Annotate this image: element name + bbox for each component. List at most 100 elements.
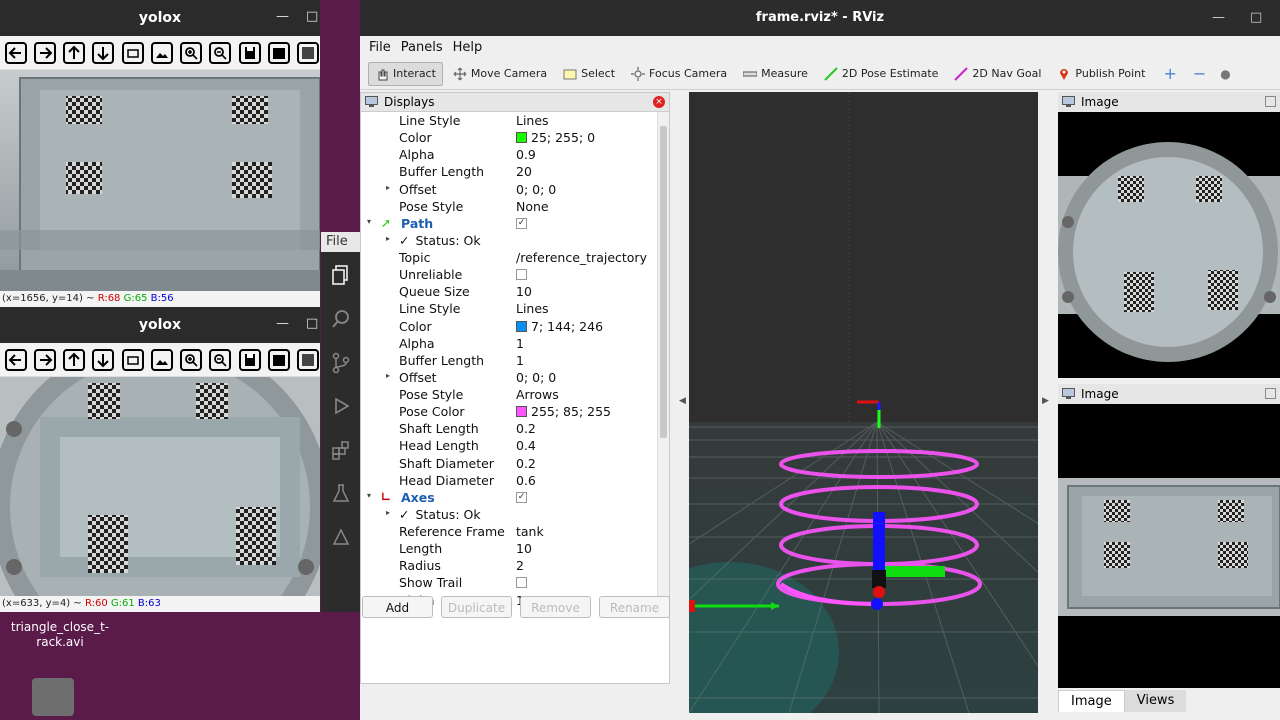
menu-panels[interactable]: Panels xyxy=(401,40,443,55)
arrow-right-icon[interactable] xyxy=(33,348,56,372)
tree-row[interactable]: Alpha 0.9 xyxy=(361,146,657,163)
expand-arrow-icon[interactable]: ▸ xyxy=(386,508,390,517)
expand-arrow-icon[interactable]: ▸ xyxy=(386,183,390,192)
tool-focus-camera[interactable]: Focus Camera xyxy=(625,63,733,85)
displays-scrollbar[interactable] xyxy=(657,112,669,608)
scrollbar-thumb[interactable] xyxy=(660,126,667,438)
extensions-icon[interactable] xyxy=(330,439,352,461)
tree-row[interactable]: Pose Style None xyxy=(361,198,657,215)
remove-tool-icon[interactable]: − xyxy=(1193,64,1206,83)
tree-row[interactable]: Head Diameter 0.6 xyxy=(361,472,657,489)
tree-row[interactable]: Color 25; 255; 0 xyxy=(361,129,657,146)
tree-row[interactable]: Queue Size 10 xyxy=(361,283,657,300)
files-icon[interactable] xyxy=(330,264,352,286)
arrow-up-icon[interactable] xyxy=(63,41,86,65)
tab-image[interactable]: Image xyxy=(1058,690,1125,712)
save-icon[interactable] xyxy=(238,41,261,65)
menu-help[interactable]: Help xyxy=(453,40,483,55)
tool-2d-nav-goal[interactable]: 2D Nav Goal xyxy=(948,63,1047,85)
enabled-checkbox[interactable]: ✓ xyxy=(516,217,527,229)
tree-row[interactable]: Show Trail xyxy=(361,574,657,591)
arrow-left-icon[interactable] xyxy=(4,41,27,65)
rviz-titlebar[interactable]: frame.rviz* - RViz — □ xyxy=(360,0,1280,36)
tree-row[interactable]: Alpha 1 xyxy=(361,335,657,352)
splitter-right-icon[interactable]: ▶ xyxy=(1042,396,1049,406)
yolox-titlebar[interactable]: yolox — □ xyxy=(0,307,320,343)
remove-button[interactable]: Remove xyxy=(520,596,591,618)
enabled-checkbox[interactable]: ✓ xyxy=(516,491,527,503)
tree-row[interactable]: Buffer Length 1 xyxy=(361,352,657,369)
tree-row[interactable]: Line Style Lines xyxy=(361,300,657,317)
tree-row[interactable]: Length 10 xyxy=(361,540,657,557)
zoom-in-icon[interactable] xyxy=(180,348,203,372)
tree-row[interactable]: Color 7; 144; 246 xyxy=(361,318,657,335)
remote-icon[interactable] xyxy=(330,526,352,548)
expand-arrow-icon[interactable]: ▸ xyxy=(386,371,390,380)
show-trail-checkbox[interactable] xyxy=(516,577,527,589)
color-swatch[interactable] xyxy=(516,320,527,332)
minimize-icon[interactable]: — xyxy=(276,316,289,331)
properties-icon[interactable] xyxy=(297,348,320,372)
splitter-left-icon[interactable]: ◀ xyxy=(679,396,686,406)
float-panel-icon[interactable] xyxy=(1265,388,1276,399)
image-icon[interactable] xyxy=(150,41,173,65)
yolox-titlebar[interactable]: yolox — □ xyxy=(0,0,320,36)
tree-row-path[interactable]: ▾ ➚ Path ✓ xyxy=(361,215,657,232)
zoom-fit-icon[interactable] xyxy=(121,41,144,65)
save-icon[interactable] xyxy=(238,348,261,372)
tool-move-camera[interactable]: Move Camera xyxy=(447,63,553,85)
menu-file[interactable]: File xyxy=(369,40,391,55)
color-swatch[interactable] xyxy=(516,406,527,418)
close-icon[interactable]: × xyxy=(653,96,665,108)
tool-publish-point[interactable]: Publish Point xyxy=(1051,63,1151,85)
minimize-icon[interactable]: — xyxy=(1212,0,1225,36)
zoom-in-icon[interactable] xyxy=(180,41,203,65)
desktop-file-label[interactable]: triangle_close_t- rack.avi xyxy=(0,620,120,660)
float-panel-icon[interactable] xyxy=(1265,96,1276,107)
tool-measure[interactable]: Measure xyxy=(737,63,814,85)
tree-row[interactable]: ▸ ✓ Status: Ok xyxy=(361,232,657,249)
unreliable-checkbox[interactable] xyxy=(516,269,527,281)
tree-row[interactable]: Buffer Length 20 xyxy=(361,163,657,180)
search-icon[interactable] xyxy=(330,308,352,330)
duplicate-button[interactable]: Duplicate xyxy=(441,596,512,618)
arrow-down-icon[interactable] xyxy=(92,41,115,65)
properties-icon[interactable] xyxy=(297,41,320,65)
rename-button[interactable]: Rename xyxy=(599,596,670,618)
tree-row[interactable]: Head Length 0.4 xyxy=(361,437,657,454)
camera-image[interactable] xyxy=(0,377,320,596)
maximize-icon[interactable]: □ xyxy=(306,316,318,331)
tree-row[interactable]: Reference Frame tank xyxy=(361,523,657,540)
tool-select[interactable]: Select xyxy=(557,63,621,85)
copy-icon[interactable] xyxy=(267,41,291,65)
editor-file-menu[interactable]: File xyxy=(321,232,360,252)
tree-row-axes[interactable]: ▾ ∟ Axes ✓ xyxy=(361,489,657,506)
3d-render-view[interactable] xyxy=(689,92,1038,713)
tree-row[interactable]: Unreliable xyxy=(361,266,657,283)
collapse-arrow-icon[interactable]: ▾ xyxy=(367,491,371,500)
collapse-arrow-icon[interactable]: ▾ xyxy=(367,217,371,226)
tree-row[interactable]: ▸ ✓ Status: Ok xyxy=(361,506,657,523)
tool-interact[interactable]: Interact xyxy=(368,61,443,86)
arrow-up-icon[interactable] xyxy=(63,348,86,372)
minimize-icon[interactable]: — xyxy=(276,9,289,24)
image-view[interactable] xyxy=(1058,112,1280,378)
copy-icon[interactable] xyxy=(267,348,291,372)
tree-row[interactable]: Line Style Lines xyxy=(361,112,657,129)
tree-row[interactable]: Radius 2 xyxy=(361,557,657,574)
arrow-right-icon[interactable] xyxy=(33,41,56,65)
tab-views[interactable]: Views xyxy=(1124,690,1187,712)
testing-icon[interactable] xyxy=(330,482,352,504)
tree-row[interactable]: Shaft Diameter 0.2 xyxy=(361,455,657,472)
source-control-icon[interactable] xyxy=(330,352,352,374)
camera-image[interactable] xyxy=(0,70,320,291)
tree-row[interactable]: Topic/reference_trajectory xyxy=(361,249,657,266)
tool-2d-pose-estimate[interactable]: 2D Pose Estimate xyxy=(818,63,945,85)
expand-arrow-icon[interactable]: ▸ xyxy=(386,234,390,243)
arrow-left-icon[interactable] xyxy=(4,348,27,372)
tool-settings-icon[interactable]: ● xyxy=(1220,67,1230,81)
tree-row[interactable]: Shaft Length 0.2 xyxy=(361,420,657,437)
add-button[interactable]: Add xyxy=(362,596,433,618)
tree-row[interactable]: Pose Style Arrows xyxy=(361,386,657,403)
run-debug-icon[interactable] xyxy=(330,395,352,417)
